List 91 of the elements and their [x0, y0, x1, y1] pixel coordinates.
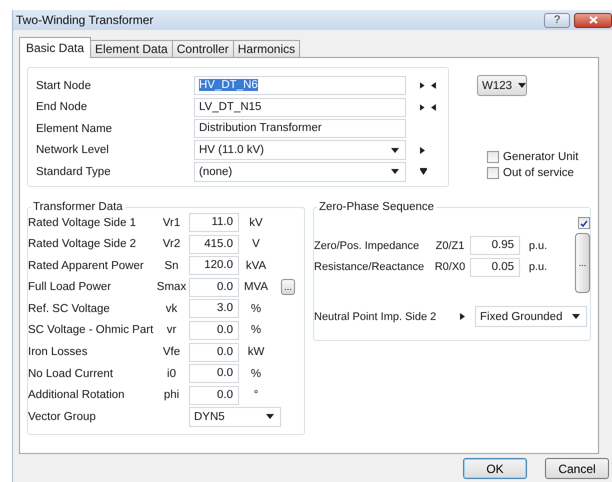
input-field[interactable]: Distribution Transformer	[194, 119, 406, 138]
field-label: Rated Apparent Power	[28, 260, 145, 272]
field-label: Element Name	[36, 122, 114, 135]
symbol-label: Vr2	[162, 238, 182, 250]
right-arrow-icon[interactable]	[420, 82, 425, 90]
right-arrow-icon[interactable]	[460, 313, 465, 320]
input-field[interactable]: 0.0	[189, 386, 239, 405]
input-field[interactable]: 0.0	[189, 278, 239, 297]
caret-icon[interactable]	[518, 83, 526, 88]
dropdown[interactable]: (none)	[194, 162, 406, 182]
tab[interactable]: Element Data	[90, 40, 173, 58]
close-icon[interactable]	[588, 16, 598, 24]
right-arrow-icon[interactable]	[420, 104, 425, 111]
input-field[interactable]: 0.0	[189, 364, 239, 384]
ok-button[interactable]: OK	[463, 458, 527, 479]
field-label: Rated Voltage Side 1	[28, 216, 138, 228]
symbol-label: Smax	[156, 281, 188, 294]
input-field[interactable]: 3.0	[189, 299, 239, 318]
group-title: Transformer Data	[32, 201, 124, 213]
symbol-label: R0/X0	[434, 261, 466, 273]
input-field[interactable]: 0.05	[470, 258, 520, 276]
left-arrow-bar-icon[interactable]	[430, 104, 436, 111]
dropdown[interactable]: HV (11.0 kV)	[194, 140, 406, 160]
caret-icon[interactable]	[391, 148, 399, 153]
symbol-label: vk	[164, 302, 178, 315]
help-button[interactable]: ?	[544, 12, 570, 28]
unit-label: MVA	[242, 281, 270, 294]
right-arrow-icon[interactable]	[420, 146, 425, 154]
field-label: Vector Group	[28, 410, 97, 423]
field-label: Full Load Power	[28, 281, 112, 294]
field-label: Resistance/Reactance	[314, 261, 426, 273]
ellipsis-button[interactable]: ...	[575, 233, 590, 293]
dropdown[interactable]: Fixed Grounded	[475, 306, 587, 327]
checkmark-icon[interactable]	[580, 220, 588, 226]
tab[interactable]: Harmonics	[232, 40, 300, 58]
input-field[interactable]: 415.0	[189, 234, 239, 254]
field-label: Ref. SC Voltage	[28, 302, 111, 315]
input-field[interactable]: 0.0	[189, 342, 239, 362]
left-arrow-bar-icon[interactable]	[430, 82, 436, 90]
field-label: Iron Losses	[28, 346, 88, 358]
checkbox[interactable]	[487, 167, 499, 179]
unit-label: °	[252, 389, 260, 402]
field-label: Additional Rotation	[28, 389, 126, 402]
input-field[interactable]: 11.0	[189, 213, 239, 232]
symbol-label: Vfe	[162, 346, 182, 358]
input-field[interactable]: HV_DT_N6	[194, 76, 406, 96]
field-label: End Node	[36, 101, 88, 114]
tab[interactable]: Controller	[172, 40, 234, 58]
group-title: Zero-Phase Sequence	[318, 201, 436, 213]
symbol-label: Z0/Z1	[434, 240, 466, 252]
unit-label: kV	[248, 216, 264, 228]
field-label: SC Voltage - Ohmic Part	[28, 324, 154, 336]
unit-label: %	[250, 302, 262, 315]
dropdown[interactable]: W123	[477, 75, 527, 96]
ellipsis-button[interactable]: ...	[281, 279, 295, 296]
tab[interactable]: Basic Data	[19, 37, 92, 58]
unit-label: %	[250, 368, 262, 380]
symbol-label: vr	[166, 324, 178, 336]
field-label: No Load Current	[28, 368, 114, 380]
unit-label: p.u.	[528, 261, 548, 273]
checkbox-label: Out of service	[503, 167, 574, 179]
symbol-label: Sn	[163, 260, 180, 272]
symbol-label: phi	[162, 389, 180, 402]
unit-label: p.u.	[528, 240, 548, 252]
unit-label: kVA	[244, 260, 268, 272]
filter-icon[interactable]	[420, 168, 427, 176]
checkbox[interactable]	[578, 217, 590, 229]
cancel-button[interactable]: Cancel	[545, 458, 609, 479]
checkbox-label: Generator Unit	[503, 151, 578, 163]
input-field[interactable]: 0.95	[470, 236, 520, 255]
input-field[interactable]: 0.0	[189, 320, 239, 340]
symbol-label: i0	[166, 368, 177, 380]
close-button[interactable]	[574, 12, 612, 28]
field-label: Standard Type	[36, 166, 112, 178]
field-label: Start Node	[36, 80, 92, 92]
unit-label: %	[250, 324, 262, 336]
unit-label: kW	[246, 346, 266, 358]
unit-label: V	[251, 238, 261, 250]
caret-icon[interactable]	[266, 414, 274, 420]
window-title: Two-Winding Transformer	[16, 13, 154, 27]
caret-icon[interactable]	[572, 314, 580, 319]
field-label: Network Level	[36, 144, 110, 156]
caret-icon[interactable]	[391, 169, 399, 174]
field-label: Neutral Point Imp. Side 2	[314, 310, 438, 322]
field-label: Rated Voltage Side 2	[28, 238, 138, 250]
symbol-label: Vr1	[162, 216, 182, 228]
dropdown[interactable]: DYN5	[189, 406, 281, 427]
input-field[interactable]: 120.0	[189, 256, 239, 276]
field-label: Zero/Pos. Impedance	[314, 240, 420, 252]
checkbox[interactable]	[487, 151, 499, 163]
input-field[interactable]: LV_DT_N15	[194, 98, 406, 117]
